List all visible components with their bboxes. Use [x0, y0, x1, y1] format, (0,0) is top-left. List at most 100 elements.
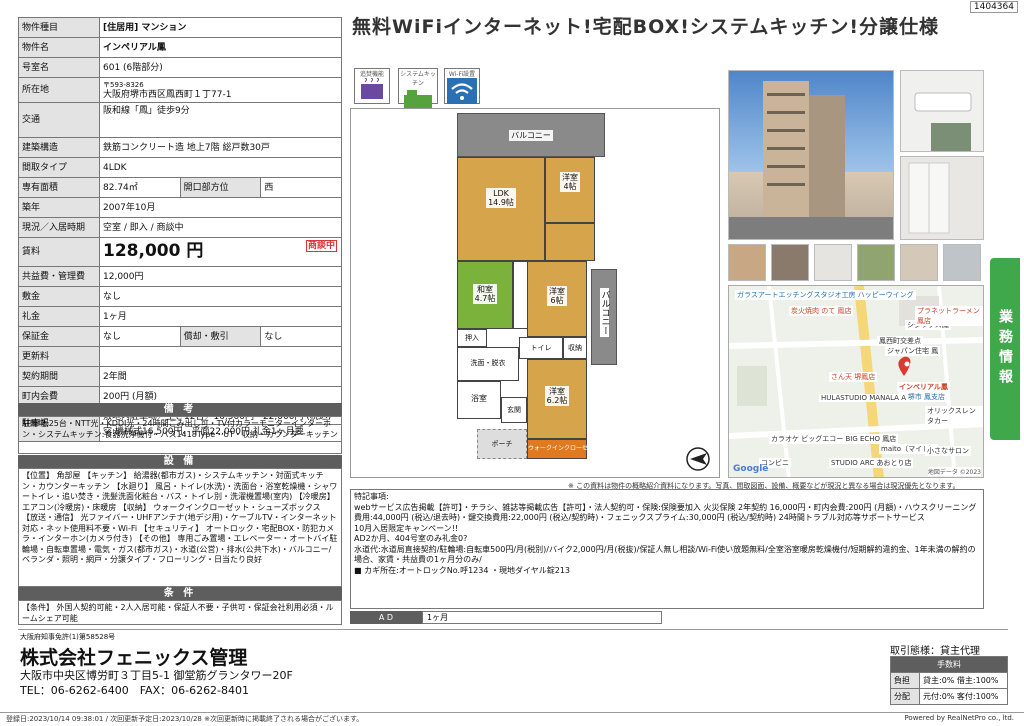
photo-thumb-5[interactable]: [900, 244, 938, 281]
conditions-text: 【条件】 外国人契約可能・2人入居可能・保証人不要・子供可・保証会社利用必須・ル…: [18, 600, 342, 625]
value-built: 2007年10月: [99, 197, 342, 218]
label-guarantee: 保証金: [18, 326, 100, 347]
balcony-top-label: バルコニー: [509, 130, 553, 141]
photo-closet[interactable]: [900, 156, 984, 240]
fee-header: 手数料: [890, 656, 1008, 673]
rent-amount: 128,000 円: [103, 240, 204, 261]
map[interactable]: ガラスアートエッチングスタジオ工房 ハッピーウイング 炭火焼肉 のて 鳳店 シダ…: [728, 285, 984, 478]
value-deposit: なし: [99, 286, 342, 307]
photo-thumb-6[interactable]: [943, 244, 981, 281]
map-label-8: HULASTUDIO MANALA A: [819, 394, 908, 402]
label-type: 物件種目: [18, 17, 100, 38]
transaction-mode: 取引態様：貸主代理: [890, 646, 980, 657]
company-tel: TEL：06-6262-6400 FAX：06-6262-8401: [20, 684, 250, 697]
value-type: [住居用] マンション: [99, 17, 342, 38]
map-label-1: 炭火焼肉 のて 鳳店: [789, 306, 854, 316]
value-renewal: [99, 346, 342, 367]
value-direction: 西: [260, 177, 342, 198]
fee-table: 手数料 負担 貸主:0% 借主:100% 分配 元付:0% 客付:100%: [890, 656, 1008, 705]
label-direction: 開口部方位: [179, 177, 262, 198]
fee-value-0: 貸主:0% 借主:100%: [919, 672, 1008, 689]
notes-line-2: AD2か月、404号室のみ礼金0?: [354, 534, 468, 543]
porch-label: ポーチ: [491, 440, 513, 448]
balcony-right: バルコニー: [591, 269, 617, 365]
label-structure: 建築構造: [18, 137, 100, 158]
headline: 無料WiFiインターネット!宅配BOX!システムキッチン!分譲仕様: [352, 16, 939, 38]
negotiation-stamp: 商談中: [305, 240, 337, 252]
badge-reheat: 追焚機能: [354, 68, 390, 104]
balcony-top: バルコニー: [457, 113, 605, 157]
map-label-9: オリックスレンタカー: [925, 406, 983, 426]
bathroom-label: 浴室: [471, 394, 487, 403]
reheat-icon: [361, 77, 383, 99]
photo-exterior[interactable]: [728, 70, 894, 240]
walk-in-closet-label: ウォークインクローゼット: [528, 445, 601, 452]
walk-in-closet: ウォークインクローゼット: [527, 439, 600, 459]
company-divider: [18, 629, 1008, 630]
badge-kitchen: システムキッチン: [398, 68, 438, 109]
north-arrow-icon: [686, 447, 710, 471]
map-label-12: STUDIO ARC あおとり店: [829, 458, 914, 468]
badge-wifi-label: Wi-Fi設置: [448, 71, 476, 78]
washroom-label: 洗面・脱衣: [470, 359, 506, 367]
label-amortization: 償却・敷引: [179, 326, 262, 347]
photo-aircon[interactable]: [900, 70, 984, 152]
label-access: 交通: [18, 102, 100, 138]
room-ldk-label: LDK 14.9帖: [486, 188, 516, 208]
value-name: インペリアル鳳: [99, 37, 342, 58]
washroom: 洗面・脱衣: [457, 347, 519, 381]
label-address: 所在地: [18, 77, 100, 103]
map-label-15: 鳳西町交差点: [877, 336, 923, 346]
value-contract: 2年間: [99, 366, 342, 387]
notes-title: 特記事項:: [354, 492, 389, 501]
value-room: 601 (6階部分): [99, 57, 342, 78]
value-status: 空室 / 即入 / 商談中: [99, 217, 342, 238]
map-label-4: さん天 堺鳳店: [829, 372, 878, 382]
label-renewal: 更新料: [18, 346, 100, 367]
badge-wifi: Wi-Fi設置: [444, 68, 480, 104]
photo-thumb-2[interactable]: [771, 244, 809, 281]
conditions-header: 条 件: [18, 587, 342, 600]
side-tab[interactable]: 業務情報: [990, 258, 1020, 440]
closet-oshiire-label: 押入: [465, 334, 479, 342]
closet-icon: [908, 162, 950, 234]
value-rent-cell: 128,000 円 商談中: [99, 237, 342, 267]
value-layout: 4LDK: [99, 157, 342, 178]
value-fee: 12,000円: [99, 266, 342, 287]
fee-value-1: 元付:0% 客付:100%: [919, 688, 1008, 705]
map-label-10: カラオケ ビッグエコー BIG ECHO 鳳店: [769, 434, 899, 444]
porch: ポーチ: [477, 429, 527, 459]
map-label-5: インペリアル鳳: [897, 382, 950, 392]
google-logo: Google: [733, 464, 769, 474]
room-yoshitsu-3-label: 洋室 6.2帖: [544, 386, 570, 406]
ad-label: A D: [350, 611, 422, 624]
entrance-label: 玄関: [507, 406, 521, 414]
photo-thumb-3[interactable]: [814, 244, 852, 281]
side-tab-label: 業務情報: [997, 309, 1013, 389]
fee-label-0: 負担: [890, 672, 920, 689]
footer-right: Powered by RealNetPro co., ltd.: [904, 714, 1014, 722]
floorplan: バルコニー LDK 14.9帖 洋室 4帖 和室 4.7帖 洋室 6帖 バルコニ…: [350, 108, 720, 478]
value-amortization: なし: [260, 326, 342, 347]
label-status: 現況／入居時期: [18, 217, 100, 238]
label-area: 専有面積: [18, 177, 100, 198]
photo-thumb-4[interactable]: [857, 244, 895, 281]
notes-line-4: ■ カギ所在:オートロックNo.呼1234 ・現地ダイヤル錠213: [354, 565, 571, 575]
value-area: 82.74㎡: [99, 177, 181, 198]
remarks-header: 備 考: [18, 403, 342, 416]
room-yoshitsu-1: 洋室 4帖: [545, 157, 595, 223]
label-deposit: 敷金: [18, 286, 100, 307]
room-washitsu-label: 和室 4.7帖: [472, 284, 498, 304]
closet-oshiire: 押入: [457, 329, 487, 347]
photo-thumb-1[interactable]: [728, 244, 766, 281]
room-washitsu: 和室 4.7帖: [457, 261, 513, 329]
value-keymoney: 1ヶ月: [99, 306, 342, 327]
company-name: 株式会社フェニックス管理: [20, 647, 248, 669]
aircon-icon: [914, 92, 972, 151]
storage-label: 収納: [568, 344, 582, 352]
facilities-text: 【位置】 角部屋 【キッチン】 給湯器(都市ガス)・システムキッチン・対面式キッ…: [18, 468, 342, 587]
map-label-7: ジャパン住宅 鳳: [885, 346, 941, 356]
toilet: トイレ: [519, 337, 563, 359]
value-structure: 鉄筋コンクリート造 地上7階 総戸数30戸: [99, 137, 342, 158]
value-access: 阪和線「鳳」徒歩9分: [99, 102, 342, 138]
